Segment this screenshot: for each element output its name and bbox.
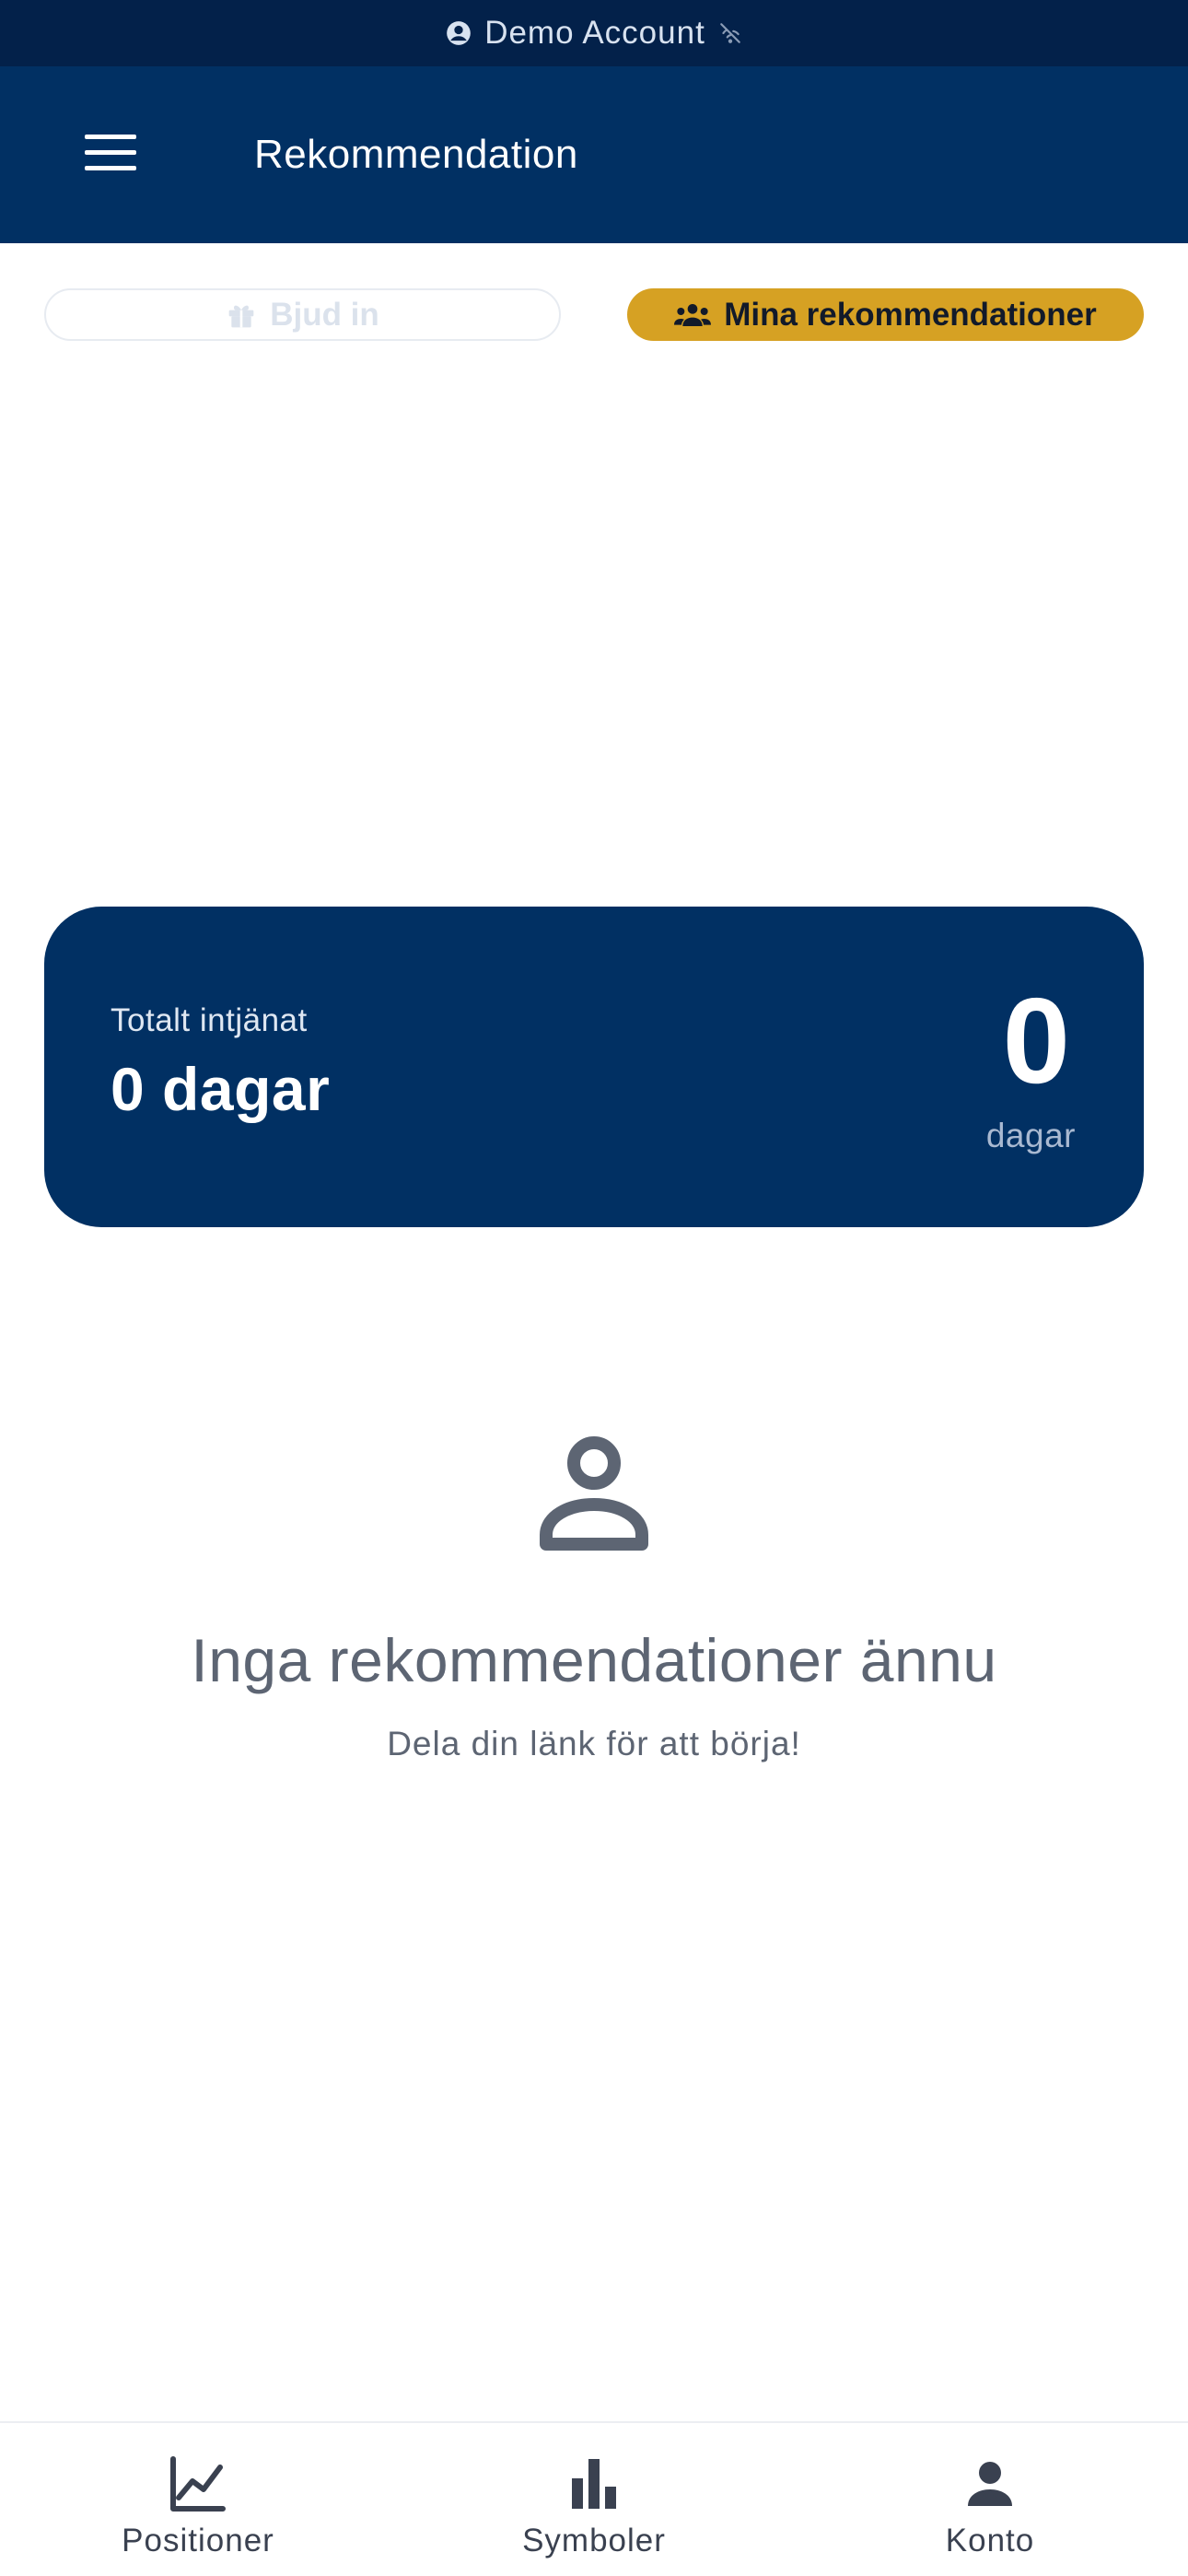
- tab-my-referrals-label: Mina rekommendationer: [724, 296, 1097, 333]
- referral-screen: Demo Account Rekommendation Bjud in Mina…: [0, 0, 1188, 2576]
- person-outline-icon: [525, 1426, 663, 1564]
- group-icon: [674, 302, 712, 328]
- total-earned-big-number: 0: [1002, 973, 1070, 1108]
- nav-label-positions: Positioner: [122, 2523, 274, 2558]
- bar-chart-icon: [561, 2451, 627, 2517]
- hamburger-menu-icon: [85, 134, 136, 176]
- total-earned-label: Totalt intjänat: [111, 1002, 308, 1038]
- app-bar: Rekommendation: [0, 66, 1188, 243]
- demo-account-label: Demo Account: [484, 15, 705, 51]
- signal-off-icon: [718, 21, 742, 45]
- nav-label-symbols: Symboler: [522, 2523, 666, 2558]
- person-icon: [957, 2451, 1023, 2517]
- line-chart-icon: [165, 2451, 231, 2517]
- tab-my-referrals[interactable]: Mina rekommendationer: [627, 288, 1144, 341]
- demo-account-banner: Demo Account: [0, 0, 1188, 66]
- nav-item-positions[interactable]: Positioner: [60, 2423, 336, 2576]
- nav-item-symbols[interactable]: Symboler: [456, 2423, 732, 2576]
- total-earned-card: Totalt intjänat 0 dagar 0 dagar: [44, 907, 1144, 1227]
- nav-item-account[interactable]: Konto: [852, 2423, 1128, 2576]
- nav-label-account: Konto: [945, 2523, 1035, 2558]
- gift-icon: [226, 300, 257, 330]
- empty-state-title: Inga rekommendationer ännu: [191, 1626, 997, 1694]
- tab-invite[interactable]: Bjud in: [44, 288, 561, 341]
- total-earned-unit: dagar: [985, 1117, 1076, 1154]
- page-title: Rekommendation: [254, 132, 578, 177]
- account-circle-icon: [446, 20, 472, 46]
- bottom-navigation: Positioner Symboler Konto: [0, 2421, 1188, 2576]
- empty-state-subtitle: Dela din länk för att börja!: [387, 1725, 801, 1762]
- total-earned-value: 0 dagar: [111, 1055, 331, 1123]
- tab-invite-label: Bjud in: [270, 296, 379, 333]
- menu-button[interactable]: [66, 116, 155, 193]
